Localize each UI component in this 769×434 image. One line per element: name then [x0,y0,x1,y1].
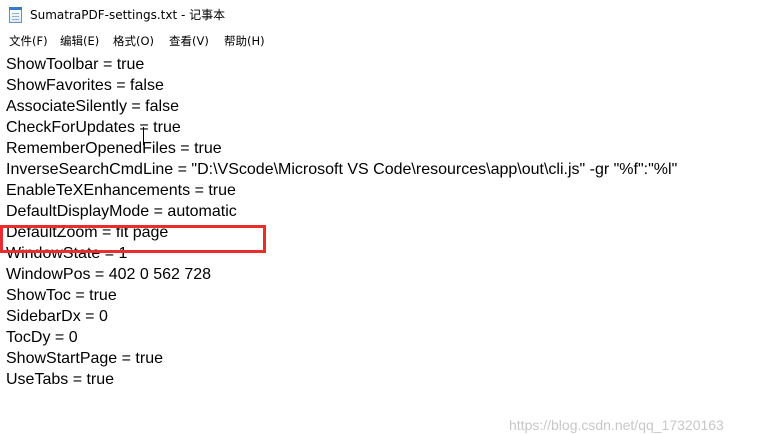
editor-line[interactable]: ShowToc = true [6,285,677,306]
editor-line[interactable]: ShowFavorites = false [6,75,677,96]
editor-line[interactable]: SidebarDx = 0 [6,306,677,327]
editor-line[interactable]: InverseSearchCmdLine = "D:\VScode\Micros… [6,159,677,180]
editor-line-highlighted[interactable]: EnableTeXEnhancements = true [6,180,677,201]
editor-line[interactable]: ShowStartPage = true [6,348,677,369]
title-bar: SumatraPDF-settings.txt - 记事本 [0,0,769,31]
editor-line[interactable]: CheckForUpdates = true [6,117,677,138]
menu-file[interactable]: 文件(F) [9,34,48,49]
menu-edit[interactable]: 编辑(E) [60,34,99,49]
editor-line[interactable]: WindowPos = 402 0 562 728 [6,264,677,285]
editor-line[interactable]: DefaultDisplayMode = automatic [6,201,677,222]
menu-view[interactable]: 查看(V) [169,34,209,49]
editor-lines: ShowToolbar = true ShowFavorites = false… [6,54,677,390]
editor-line[interactable]: UseTabs = true [6,369,677,390]
menu-format[interactable]: 格式(O) [113,34,154,49]
text-caret [143,127,144,145]
menu-help[interactable]: 帮助(H) [224,34,265,49]
editor-line[interactable]: ShowToolbar = true [6,54,677,75]
notepad-icon [9,7,22,23]
watermark: https://blog.csdn.net/qq_17320163 [509,417,724,433]
menu-bar: 文件(F) 编辑(E) 格式(O) 查看(V) 帮助(H) [0,31,769,51]
window-title: SumatraPDF-settings.txt - 记事本 [30,8,226,22]
editor-line[interactable]: TocDy = 0 [6,327,677,348]
editor-line[interactable]: RememberOpenedFiles = true [6,138,677,159]
highlight-box [0,225,266,253]
text-editor[interactable]: ShowToolbar = true ShowFavorites = false… [0,51,769,433]
editor-line[interactable]: AssociateSilently = false [6,96,677,117]
